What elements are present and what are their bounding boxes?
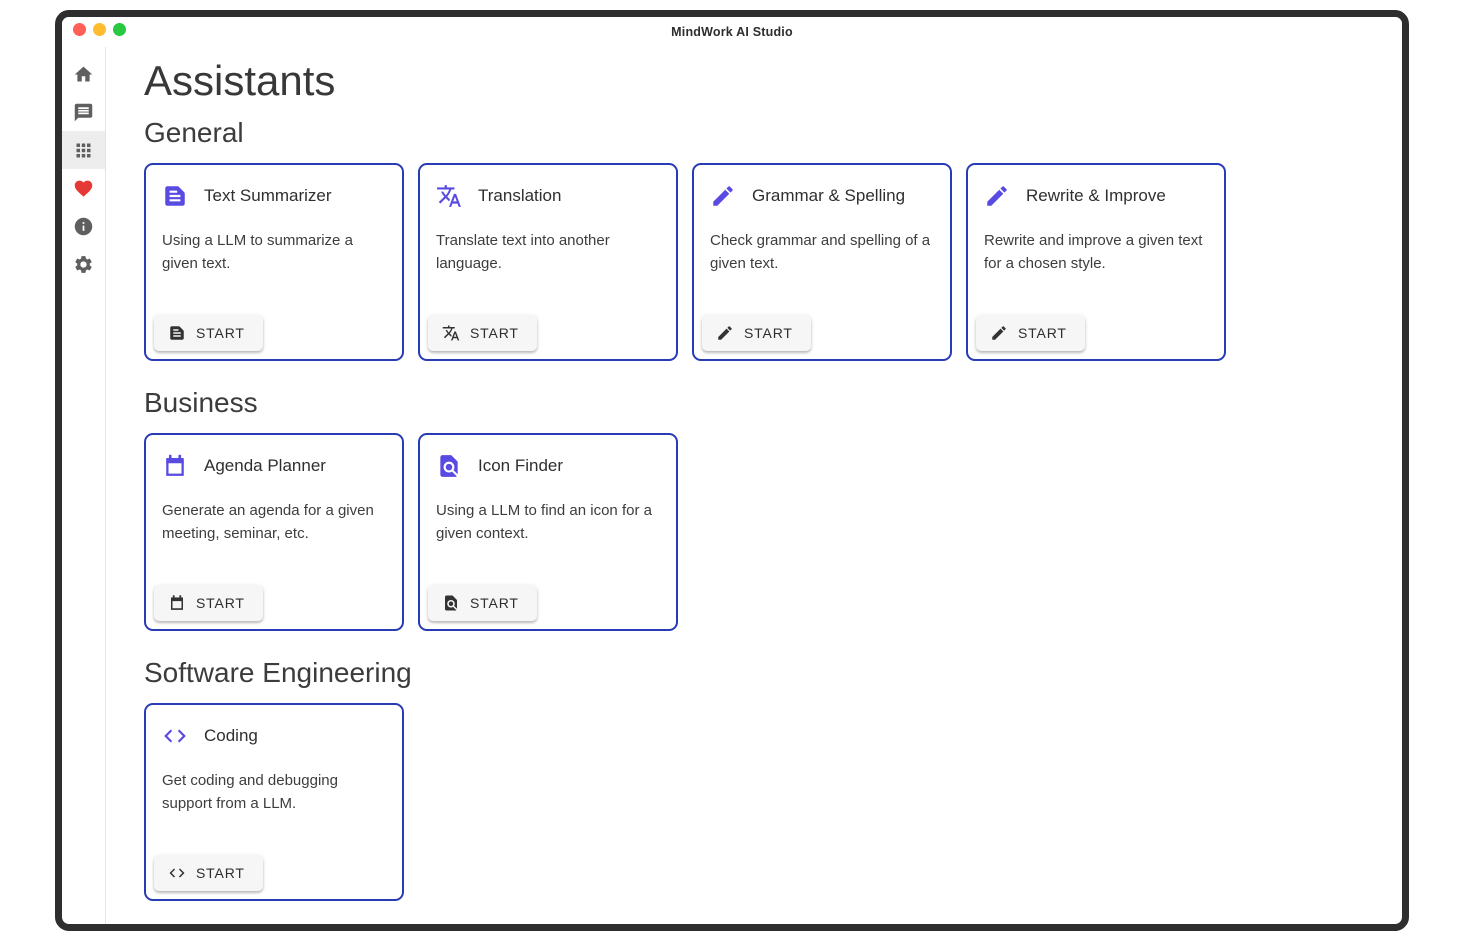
card-coding: Coding Get coding and debugging support …	[144, 703, 404, 901]
card-grammar-spelling: Grammar & Spelling Check grammar and spe…	[692, 163, 952, 361]
find-in-page-icon	[436, 453, 462, 479]
code-icon	[162, 723, 188, 749]
card-row-software-engineering: Coding Get coding and debugging support …	[144, 703, 1372, 901]
pencil-icon	[984, 183, 1010, 209]
window-controls	[73, 23, 126, 36]
start-button-label: START	[196, 325, 245, 341]
card-row-general: Text Summarizer Using a LLM to summarize…	[144, 163, 1372, 361]
card-row-business: Agenda Planner Generate an agenda for a …	[144, 433, 1372, 631]
start-grammar-spelling-button[interactable]: START	[702, 315, 811, 351]
calendar-icon	[162, 453, 188, 479]
pencil-icon	[990, 324, 1008, 342]
card-description: Using a LLM to summarize a given text.	[146, 209, 402, 307]
code-icon	[168, 864, 186, 882]
sidebar	[62, 47, 106, 924]
pencil-icon	[716, 324, 734, 342]
card-title: Agenda Planner	[204, 456, 326, 476]
section-title-software-engineering: Software Engineering	[144, 657, 1372, 689]
gear-icon	[73, 254, 94, 275]
start-rewrite-improve-button[interactable]: START	[976, 315, 1085, 351]
window-title: MindWork AI Studio	[671, 25, 793, 39]
app-window: MindWork AI Studio Assistants	[55, 10, 1409, 931]
card-rewrite-improve: Rewrite & Improve Rewrite and improve a …	[966, 163, 1226, 361]
sidebar-item-about[interactable]	[62, 207, 105, 245]
card-title: Coding	[204, 726, 258, 746]
card-description: Check grammar and spelling of a given te…	[694, 209, 950, 307]
card-title: Icon Finder	[478, 456, 563, 476]
start-button-label: START	[1018, 325, 1067, 341]
sidebar-item-chats[interactable]	[62, 93, 105, 131]
translate-icon	[442, 324, 460, 342]
start-translation-button[interactable]: START	[428, 315, 537, 351]
section-title-business: Business	[144, 387, 1372, 419]
card-description: Rewrite and improve a given text for a c…	[968, 209, 1224, 307]
card-title: Text Summarizer	[204, 186, 332, 206]
sidebar-item-settings[interactable]	[62, 245, 105, 283]
card-text-summarizer: Text Summarizer Using a LLM to summarize…	[144, 163, 404, 361]
chat-icon	[73, 102, 94, 123]
start-coding-button[interactable]: START	[154, 855, 263, 891]
text-snippet-icon	[168, 324, 186, 342]
start-button-label: START	[196, 865, 245, 881]
apps-grid-icon	[73, 140, 94, 161]
calendar-icon	[168, 594, 186, 612]
find-in-page-icon	[442, 594, 460, 612]
start-icon-finder-button[interactable]: START	[428, 585, 537, 621]
card-agenda-planner: Agenda Planner Generate an agenda for a …	[144, 433, 404, 631]
translate-icon	[436, 183, 462, 209]
text-snippet-icon	[162, 183, 188, 209]
start-button-label: START	[470, 595, 519, 611]
start-text-summarizer-button[interactable]: START	[154, 315, 263, 351]
heart-icon	[73, 178, 94, 199]
card-description: Get coding and debugging support from a …	[146, 749, 402, 847]
card-description: Translate text into another language.	[420, 209, 676, 307]
card-icon-finder: Icon Finder Using a LLM to find an icon …	[418, 433, 678, 631]
titlebar: MindWork AI Studio	[62, 17, 1402, 47]
card-description: Using a LLM to find an icon for a given …	[420, 479, 676, 577]
start-button-label: START	[744, 325, 793, 341]
start-button-label: START	[196, 595, 245, 611]
start-button-label: START	[470, 325, 519, 341]
sidebar-item-home[interactable]	[62, 55, 105, 93]
sidebar-item-favorites[interactable]	[62, 169, 105, 207]
card-title: Translation	[478, 186, 561, 206]
sidebar-item-assistants[interactable]	[62, 131, 105, 169]
card-title: Grammar & Spelling	[752, 186, 905, 206]
card-title: Rewrite & Improve	[1026, 186, 1166, 206]
zoom-window-button[interactable]	[113, 23, 126, 36]
home-icon	[73, 64, 94, 85]
page-title: Assistants	[144, 57, 1372, 105]
info-icon	[73, 216, 94, 237]
section-title-general: General	[144, 117, 1372, 149]
main-content: Assistants General Text Summarizer Using…	[106, 47, 1402, 924]
close-window-button[interactable]	[73, 23, 86, 36]
start-agenda-planner-button[interactable]: START	[154, 585, 263, 621]
pencil-icon	[710, 183, 736, 209]
card-description: Generate an agenda for a given meeting, …	[146, 479, 402, 577]
card-translation: Translation Translate text into another …	[418, 163, 678, 361]
minimize-window-button[interactable]	[93, 23, 106, 36]
